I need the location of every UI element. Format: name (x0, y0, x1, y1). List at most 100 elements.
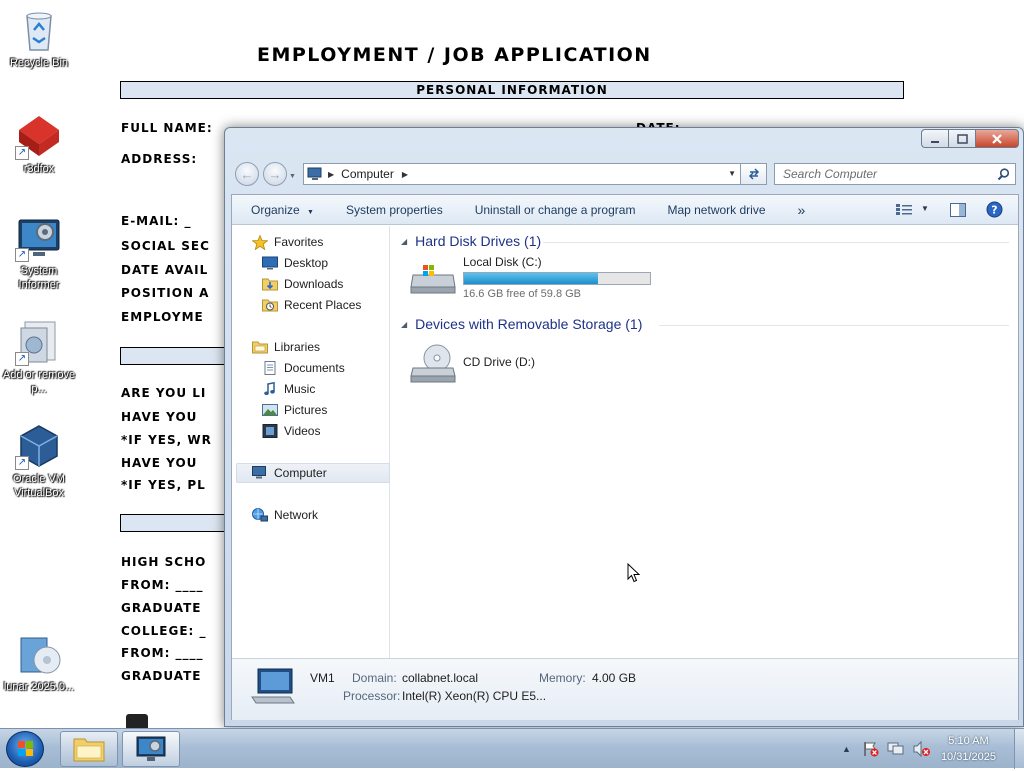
computer-icon (252, 466, 268, 480)
uninstall-program-button[interactable]: Uninstall or change a program (475, 203, 650, 217)
back-button[interactable]: ← (235, 162, 259, 186)
chevron-down-icon: ▼ (307, 208, 314, 216)
nav-label: Downloads (284, 277, 344, 291)
change-view-button[interactable] (896, 203, 912, 219)
desktop-icon-add-remove-programs[interactable]: ↗ Add or remove p... (0, 318, 78, 396)
desktop-icon-label: lunar 2025.0... (3, 681, 75, 693)
group-divider (659, 325, 1009, 326)
forward-button[interactable]: → (263, 162, 287, 186)
nav-music[interactable]: Music (262, 380, 315, 398)
collapse-triangle-icon: ◢ (401, 319, 408, 329)
desktop-icon-installer[interactable]: lunar 2025.0... (0, 630, 78, 694)
desktop-folder-icon (262, 256, 278, 270)
network-status-icon[interactable] (887, 741, 905, 757)
desktop-icon-r3dfox[interactable]: ↗ r3dfox (0, 112, 78, 176)
processor-label: Processor: (343, 689, 401, 703)
taskbar-clock[interactable]: 5:10 AM 10/31/2025 (941, 733, 996, 765)
system-properties-button[interactable]: System properties (346, 203, 457, 217)
nav-libraries[interactable]: Libraries (252, 338, 320, 356)
nav-documents[interactable]: Documents (262, 359, 345, 377)
breadcrumb-computer[interactable]: Computer (341, 167, 394, 181)
window-controls (921, 129, 1019, 148)
nav-pictures[interactable]: Pictures (262, 401, 327, 419)
nav-label: Pictures (284, 403, 328, 417)
refresh-button[interactable] (741, 163, 767, 185)
map-network-drive-button[interactable]: Map network drive (667, 203, 779, 217)
form-field: FROM: ____ (121, 578, 204, 592)
nav-label: Documents (284, 361, 345, 375)
pictures-icon (262, 403, 278, 417)
mouse-cursor-icon (627, 563, 641, 583)
navigation-pane: Favorites Desktop Downloads Recent Place… (232, 226, 390, 658)
address-bar[interactable]: ▶ Computer ▶ ▼ (303, 163, 741, 185)
nav-label: Libraries (274, 340, 321, 354)
show-hidden-icons-button[interactable]: ▲ (842, 744, 851, 754)
nav-downloads[interactable]: Downloads (262, 275, 343, 293)
volume-muted-icon[interactable] (913, 741, 931, 757)
search-input[interactable]: Search Computer (774, 163, 1016, 185)
address-row: ← → ▼ ▶ Computer ▶ ▼ Search Computer (233, 161, 1019, 187)
recent-places-icon (262, 298, 278, 312)
action-center-flag-icon[interactable] (863, 741, 879, 757)
installer-icon (15, 630, 63, 678)
form-field: HAVE YOU (121, 456, 198, 470)
help-button[interactable]: ? (986, 201, 1003, 221)
domain-value: collabnet.local (402, 671, 479, 685)
drive-local-disk-c[interactable]: Local Disk (C:) 16.6 GB free of 59.8 GB (409, 255, 709, 301)
breadcrumb-separator-icon[interactable]: ▶ (402, 170, 408, 179)
computer-large-icon (251, 668, 295, 704)
desktop-icon-recycle-bin[interactable]: Recycle Bin (0, 6, 78, 70)
nav-label: Videos (284, 424, 321, 438)
memory-value: 4.00 GB (592, 671, 637, 685)
collapse-triangle-icon: ◢ (401, 236, 408, 246)
nav-recent-places[interactable]: Recent Places (262, 296, 361, 314)
start-button[interactable] (6, 731, 44, 767)
recent-pages-chevron-icon[interactable]: ▼ (289, 173, 296, 180)
show-desktop-button[interactable] (1014, 729, 1024, 769)
virtualbox-icon: ↗ (15, 422, 63, 470)
form-field: GRADUATE (121, 601, 202, 615)
view-options-chevron-icon[interactable]: ▼ (921, 204, 929, 213)
documents-icon (262, 361, 278, 375)
nav-favorites[interactable]: Favorites (251, 233, 324, 251)
section-bar (120, 514, 230, 532)
taskbar-explorer-button[interactable] (60, 731, 118, 767)
desktop-icon-system-informer[interactable]: ↗ System Informer (0, 214, 78, 292)
forward-arrow-icon: → (268, 166, 282, 182)
search-icon[interactable] (997, 168, 1010, 181)
address-dropdown-icon[interactable]: ▼ (728, 169, 736, 178)
computer-name: VM1 (310, 671, 335, 685)
system-tray: ▲ 5:10 AM 10/31/2025 (842, 729, 1024, 769)
libraries-icon (252, 340, 268, 354)
form-field: COLLEGE: _ (121, 624, 207, 638)
system-informer-icon: ↗ (15, 214, 63, 262)
group-divider (543, 242, 1009, 243)
breadcrumb-separator-icon[interactable]: ▶ (328, 170, 334, 179)
drive-name: CD Drive (D:) (463, 355, 535, 369)
group-header-hard-disk-drives[interactable]: ◢ Hard Disk Drives (1) (401, 233, 541, 249)
organize-button[interactable]: Organize ▼ (251, 203, 328, 217)
close-icon (992, 133, 1002, 144)
downloads-folder-icon (262, 277, 278, 291)
group-header-removable-storage[interactable]: ◢ Devices with Removable Storage (1) (401, 316, 642, 332)
maximize-button[interactable] (948, 129, 975, 148)
nav-network[interactable]: Network (252, 506, 318, 524)
preview-pane-button[interactable] (950, 203, 966, 220)
form-field: HAVE YOU (121, 410, 198, 424)
nav-computer[interactable]: Computer (252, 464, 327, 482)
minimize-icon (931, 140, 939, 143)
taskbar-system-informer-button[interactable] (122, 731, 180, 767)
star-icon (251, 234, 269, 251)
desktop-icon-virtualbox[interactable]: ↗ Oracle VM VirtualBox (0, 422, 78, 500)
nav-label: Favorites (274, 235, 324, 249)
nav-desktop[interactable]: Desktop (262, 254, 328, 272)
desktop-icon-label: Recycle Bin (9, 57, 69, 69)
more-commands-button[interactable]: » (798, 202, 820, 218)
nav-videos[interactable]: Videos (262, 422, 320, 440)
close-button[interactable] (975, 129, 1019, 148)
drive-usage-fill (464, 273, 599, 284)
form-title: EMPLOYMENT / JOB APPLICATION (257, 44, 652, 66)
minimize-button[interactable] (921, 129, 948, 148)
music-icon (262, 381, 278, 396)
drive-cd-d[interactable]: CD Drive (D:) (409, 342, 609, 386)
